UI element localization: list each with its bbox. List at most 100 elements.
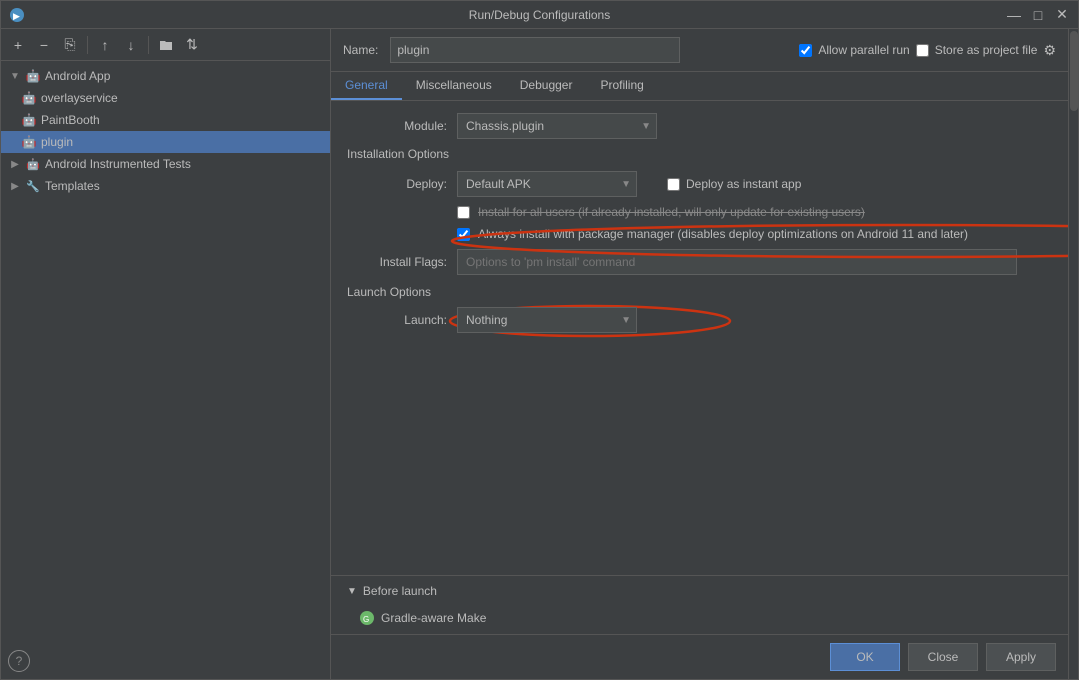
separator-2	[148, 36, 149, 54]
move-down-button[interactable]: ↓	[120, 34, 142, 56]
tree-toolbar: + − ⎘ ↑ ↓ ⇅	[1, 29, 330, 61]
install-flags-label: Install Flags:	[347, 255, 447, 269]
installation-options-title: Installation Options	[347, 147, 1052, 161]
close-button[interactable]: Close	[908, 643, 978, 671]
window-title: Run/Debug Configurations	[469, 8, 610, 22]
title-bar: ▶ Run/Debug Configurations — □ ✕	[1, 1, 1078, 29]
tree-android-tests[interactable]: ▶ 🤖 Android Instrumented Tests	[1, 153, 330, 175]
before-launch-section: ▼ Before launch G Gradle-aware Make	[331, 575, 1068, 634]
bottom-bar: OK Close Apply	[331, 634, 1068, 679]
tab-miscellaneous[interactable]: Miscellaneous	[402, 72, 506, 100]
tabs-row: General Miscellaneous Debugger Profiling	[331, 72, 1068, 101]
deploy-label: Deploy:	[347, 177, 447, 191]
always-install-row: Always install with package manager (dis…	[347, 227, 1052, 241]
tree-overlayservice[interactable]: 🤖 overlayservice	[1, 87, 330, 109]
launch-options-title: Launch Options	[347, 285, 1052, 299]
allow-parallel-checkbox[interactable]	[799, 44, 812, 57]
install-all-label: Install for all users (if already instal…	[478, 205, 865, 219]
tree-plugin[interactable]: 🤖 plugin	[1, 131, 330, 153]
gear-button[interactable]: ⚙	[1043, 42, 1056, 59]
add-config-button[interactable]: +	[7, 34, 29, 56]
templates-icon: 🔧	[25, 178, 41, 194]
store-project-label: Store as project file	[935, 43, 1038, 57]
tab-debugger[interactable]: Debugger	[506, 72, 587, 100]
scrollbar-thumb[interactable]	[1070, 31, 1078, 111]
name-input[interactable]	[390, 37, 680, 63]
gradle-icon: G	[359, 610, 375, 626]
right-panel: Name: Allow parallel run Store as projec…	[331, 29, 1068, 679]
deploy-row: Deploy: Default APK ▼ Deploy as instant …	[347, 171, 1052, 197]
paintbooth-icon: 🤖	[21, 112, 37, 128]
svg-text:▶: ▶	[13, 11, 20, 21]
title-bar-left: ▶	[9, 7, 25, 23]
android-app-icon: 🤖	[25, 68, 41, 84]
apply-button[interactable]: Apply	[986, 643, 1056, 671]
install-flags-row: Install Flags:	[347, 249, 1052, 275]
install-all-users-row: Install for all users (if already instal…	[347, 205, 1052, 219]
before-launch-label: Before launch	[363, 584, 437, 598]
android-app-arrow: ▼	[9, 70, 21, 82]
before-launch-row: ▼ Before launch	[331, 575, 1068, 606]
deploy-instant-group: Deploy as instant app	[667, 177, 801, 191]
launch-options-section: Launch Options Launch: Nothing ▼	[347, 285, 1052, 333]
ok-button[interactable]: OK	[830, 643, 900, 671]
install-flags-input[interactable]	[457, 249, 1017, 275]
overlayservice-icon: 🤖	[21, 90, 37, 106]
help-button[interactable]: ?	[8, 650, 30, 672]
close-window-button[interactable]: ✕	[1054, 7, 1070, 23]
allow-parallel-label: Allow parallel run	[818, 43, 909, 57]
always-install-checkbox[interactable]	[457, 228, 470, 241]
module-select-wrapper: Chassis.plugin ▼	[457, 113, 657, 139]
android-tests-label: Android Instrumented Tests	[45, 157, 191, 171]
module-label: Module:	[347, 119, 447, 133]
deploy-instant-label: Deploy as instant app	[686, 177, 801, 191]
name-label: Name:	[343, 43, 378, 57]
maximize-button[interactable]: □	[1030, 7, 1046, 23]
launch-select[interactable]: Nothing	[457, 307, 637, 333]
tab-content: Module: Chassis.plugin ▼ Installation Op…	[331, 101, 1068, 575]
left-panel: + − ⎘ ↑ ↓ ⇅ ▼ 🤖 Android App	[1, 29, 331, 679]
copy-config-button[interactable]: ⎘	[59, 34, 81, 56]
gradle-label: Gradle-aware Make	[381, 611, 486, 625]
tree-templates[interactable]: ▶ 🔧 Templates	[1, 175, 330, 197]
gradle-row: G Gradle-aware Make	[331, 606, 1068, 634]
remove-config-button[interactable]: −	[33, 34, 55, 56]
tab-general[interactable]: General	[331, 72, 402, 100]
move-up-button[interactable]: ↑	[94, 34, 116, 56]
tab-profiling[interactable]: Profiling	[586, 72, 657, 100]
overlayservice-label: overlayservice	[41, 91, 118, 105]
store-project-checkbox[interactable]	[916, 44, 929, 57]
config-header: Name: Allow parallel run Store as projec…	[331, 29, 1068, 72]
separator-1	[87, 36, 88, 54]
title-controls: — □ ✕	[1006, 7, 1070, 23]
before-launch-arrow[interactable]: ▼	[347, 586, 357, 597]
launch-row: Launch: Nothing ▼	[347, 307, 1052, 333]
tests-arrow: ▶	[9, 158, 21, 170]
tests-icon: 🤖	[25, 156, 41, 172]
deploy-select-wrapper: Default APK ▼	[457, 171, 637, 197]
paintbooth-label: PaintBooth	[41, 113, 100, 127]
folder-button[interactable]	[155, 34, 177, 56]
templates-arrow: ▶	[9, 180, 21, 192]
always-install-label: Always install with package manager (dis…	[478, 227, 968, 241]
installation-options-section: Installation Options Deploy: Default APK…	[347, 147, 1052, 275]
deploy-select[interactable]: Default APK	[457, 171, 637, 197]
deploy-instant-checkbox[interactable]	[667, 178, 680, 191]
right-scrollbar	[1068, 29, 1078, 679]
module-row: Module: Chassis.plugin ▼	[347, 113, 1052, 139]
header-options: Allow parallel run Store as project file…	[799, 42, 1056, 59]
plugin-icon: 🤖	[21, 134, 37, 150]
templates-label: Templates	[45, 179, 100, 193]
config-tree: ▼ 🤖 Android App 🤖 overlayservice 🤖 Paint…	[1, 61, 330, 679]
launch-select-wrapper: Nothing ▼	[457, 307, 637, 333]
app-icon: ▶	[9, 7, 25, 23]
tree-android-app[interactable]: ▼ 🤖 Android App	[1, 65, 330, 87]
android-app-label: Android App	[45, 69, 110, 83]
sort-button[interactable]: ⇅	[181, 34, 203, 56]
run-debug-dialog: ▶ Run/Debug Configurations — □ ✕ + − ⎘ ↑…	[0, 0, 1079, 680]
install-all-checkbox[interactable]	[457, 206, 470, 219]
module-select[interactable]: Chassis.plugin	[457, 113, 657, 139]
tree-paintbooth[interactable]: 🤖 PaintBooth	[1, 109, 330, 131]
launch-label: Launch:	[347, 313, 447, 327]
minimize-button[interactable]: —	[1006, 7, 1022, 23]
